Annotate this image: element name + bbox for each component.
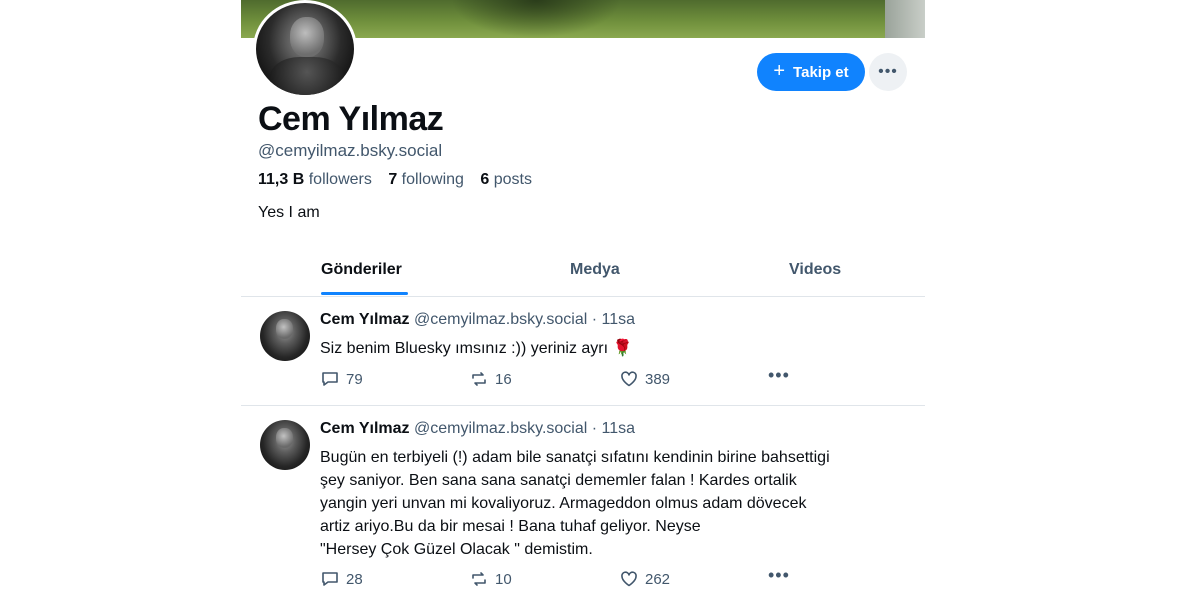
post-avatar[interactable] [260,311,310,361]
tab-videos[interactable]: Videos [789,261,841,279]
follow-button-label: Takip et [793,63,849,81]
profile-stats: 11,3 B followers 7 following 6 posts [258,171,532,189]
following-link[interactable]: 7 following [388,171,464,188]
display-name: Cem Yılmaz [258,100,444,138]
repost-button[interactable]: 16 [469,369,512,389]
post-item[interactable]: Cem Yılmaz @cemyilmaz.bsky.social · 11sa… [241,297,925,406]
avatar-body [270,57,344,95]
repost-count: 10 [495,570,512,588]
like-button[interactable]: 389 [619,369,670,389]
more-icon: ••• [878,63,898,80]
reply-count: 28 [346,570,363,588]
profile-column: + Takip et ••• Cem Yılmaz @cemyilmaz.bsk… [241,0,925,600]
followers-label: followers [308,171,372,188]
repost-button[interactable]: 10 [469,569,512,589]
post-header: Cem Yılmaz @cemyilmaz.bsky.social · 11sa [320,311,635,329]
posts-count: 6 [480,171,490,188]
more-options-button[interactable]: ••• [869,53,907,91]
post-text: Siz benim Bluesky ımsınız :)) yeriniz ay… [320,340,633,357]
like-count: 262 [645,570,671,588]
reply-count: 79 [346,370,363,388]
posts-label: posts [493,171,532,188]
profile-handle: @cemyilmaz.bsky.social [258,141,443,160]
more-icon: ••• [768,365,790,385]
like-count: 389 [645,370,671,388]
active-tab-indicator [321,292,408,295]
profile-bio: Yes I am [258,204,320,221]
profile-tabs: Gönderiler Medya Videos [241,250,925,297]
post-avatar[interactable] [260,420,310,470]
post-timestamp[interactable]: · 11sa [592,311,635,328]
avatar-face [276,319,293,339]
reply-button[interactable]: 28 [320,569,363,589]
post-header: Cem Yılmaz @cemyilmaz.bsky.social · 11sa [320,420,635,438]
avatar-face [276,428,293,448]
follow-button[interactable]: + Takip et [757,53,865,91]
following-label: following [401,171,464,188]
like-button[interactable]: 262 [619,569,670,589]
post-text: Bugün en terbiyeli (!) adam bile sanatçi… [320,449,830,558]
reply-icon [322,372,338,386]
posts-stat: 6 posts [480,171,532,188]
more-icon: ••• [768,565,790,585]
post-author-name[interactable]: Cem Yılmaz [320,420,410,437]
post-more-button[interactable]: ••• [768,365,790,386]
reply-button[interactable]: 79 [320,369,363,389]
banner-tree-shadow [451,0,621,38]
tab-media[interactable]: Medya [570,261,620,279]
profile-avatar[interactable] [253,0,357,98]
post-author-handle[interactable]: @cemyilmaz.bsky.social [414,311,587,328]
plus-icon: + [773,60,786,82]
repost-icon [472,572,486,586]
followers-link[interactable]: 11,3 B followers [258,171,372,188]
followers-count: 11,3 B [258,171,305,188]
tab-posts[interactable]: Gönderiler [321,261,402,279]
banner-wall [885,0,925,38]
reply-icon [322,572,338,586]
following-count: 7 [388,171,398,188]
post-timestamp[interactable]: · 11sa [592,420,635,437]
avatar-face [290,17,324,57]
repost-icon [472,372,486,386]
post-more-button[interactable]: ••• [768,565,790,586]
heart-icon [621,571,637,587]
repost-count: 16 [495,370,512,388]
heart-icon [621,371,637,387]
post-item[interactable]: Cem Yılmaz @cemyilmaz.bsky.social · 11sa… [241,406,925,600]
post-author-name[interactable]: Cem Yılmaz [320,311,410,328]
post-author-handle[interactable]: @cemyilmaz.bsky.social [414,420,587,437]
